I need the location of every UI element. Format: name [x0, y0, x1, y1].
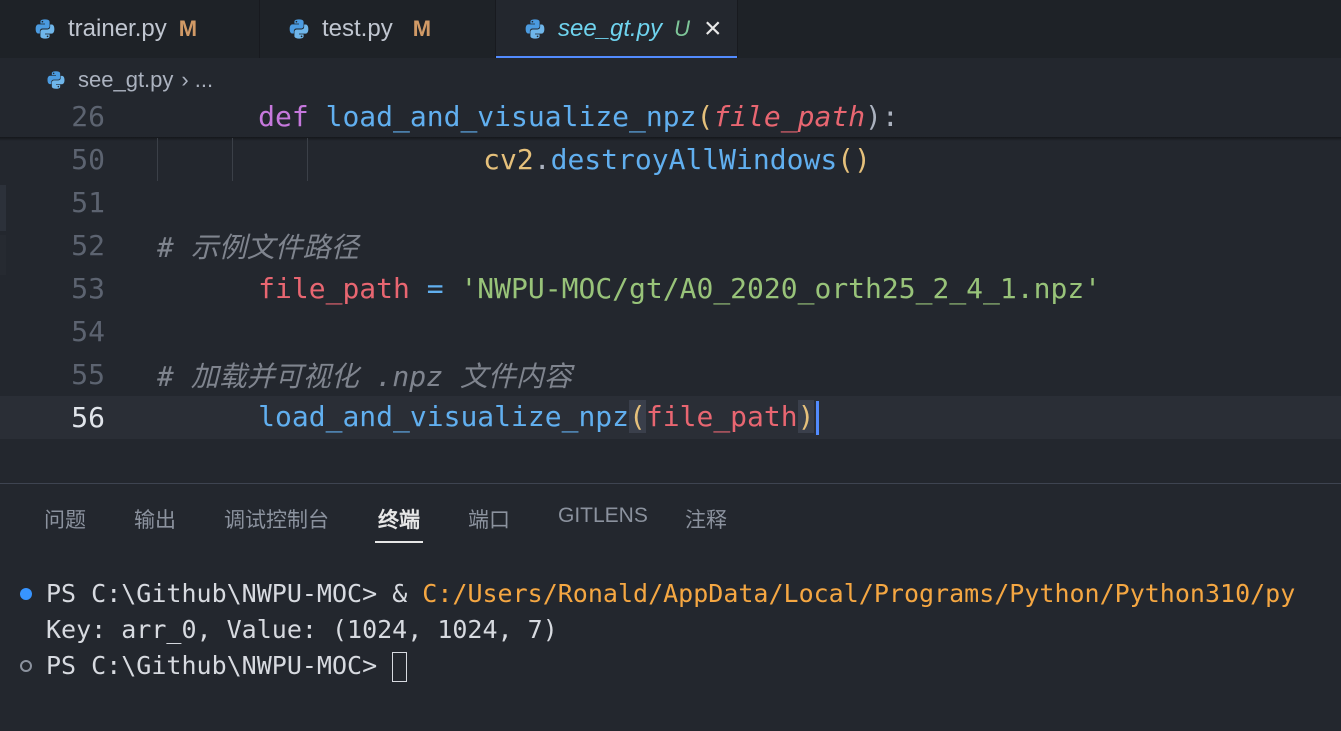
python-file-icon: [288, 18, 310, 40]
bottom-panel: 问题 输出 调试控制台 终端 端口 GITLENS 注释 PS C:\Githu…: [0, 483, 1341, 731]
python-file-icon: [46, 70, 66, 90]
call-operator: &: [392, 579, 423, 608]
panel-tab-bar: 问题 输出 调试控制台 终端 端口 GITLENS 注释: [0, 484, 1341, 546]
line-number: 55: [71, 358, 105, 391]
line-number: 52: [71, 229, 105, 262]
argument: file_path: [645, 400, 798, 433]
line-number: 54: [71, 315, 105, 348]
tab-terminal[interactable]: 终端: [375, 504, 423, 543]
tab-see-gt-py[interactable]: see_gt.py U ×: [496, 0, 738, 58]
terminal-prompt: PS C:\Github\NWPU-MOC>: [46, 651, 393, 680]
operator: =: [409, 272, 461, 305]
code-editor[interactable]: 26 def load_and_visualize_npz(file_path)…: [0, 95, 1341, 483]
python-file-icon: [524, 18, 546, 40]
tab-ports[interactable]: 端口: [468, 504, 510, 534]
tab-trainer-py[interactable]: trainer.py M: [0, 0, 260, 58]
terminal-output-line: Key: arr_0, Value: (1024, 1024, 7): [46, 615, 558, 644]
keyword: def: [258, 100, 309, 133]
close-paren: ): [797, 400, 815, 433]
code-line[interactable]: 53 file_path = 'NWPU-MOC/gt/A0_2020_orth…: [0, 267, 1341, 310]
tab-comments[interactable]: 注释: [685, 504, 727, 534]
code-line-current[interactable]: 56 load_and_visualize_npz(file_path): [0, 396, 1341, 439]
function-call: load_and_visualize_npz: [258, 400, 630, 433]
variable: file_path: [258, 272, 410, 305]
open-paren: (: [629, 400, 646, 433]
tab-label: test.py: [322, 15, 393, 42]
tab-output[interactable]: 输出: [134, 504, 176, 534]
string-literal: 'NWPU-MOC/gt/A0_2020_orth25_2_4_1.npz': [460, 272, 1102, 305]
line-number: 56: [71, 401, 105, 434]
modified-badge: M: [178, 16, 198, 41]
terminal-prompt: PS C:\Github\NWPU-MOC>: [46, 579, 393, 608]
tab-label: see_gt.py: [558, 15, 663, 42]
indent-guide: [157, 138, 158, 181]
tab-label: trainer.py: [68, 15, 167, 42]
module-name: cv2: [483, 143, 534, 176]
line-number: 53: [71, 272, 105, 305]
line-number: 50: [71, 143, 105, 176]
command-success-icon[interactable]: [20, 588, 32, 600]
editor-tab-bar: trainer.py M test.py M see_gt.py U ×: [0, 0, 1341, 58]
code-line[interactable]: 50 cv2.destroyAllWindows(): [0, 138, 1341, 181]
python-file-icon: [34, 18, 56, 40]
dot: .: [533, 143, 551, 176]
untracked-badge: U: [674, 16, 690, 41]
parens: (): [837, 143, 871, 176]
modified-badge: M: [412, 16, 432, 41]
command-pending-icon[interactable]: [20, 660, 32, 672]
tab-debug-console[interactable]: 调试控制台: [224, 504, 329, 534]
terminal-prompt-line: PS C:\Github\NWPU-MOC>: [46, 648, 408, 684]
code-line[interactable]: 54: [0, 310, 1341, 353]
text-cursor: [816, 401, 820, 435]
terminal-command: C:/Users/Ronald/AppData/Local/Programs/P…: [422, 579, 1296, 608]
method-call: destroyAllWindows: [550, 143, 838, 176]
tab-test-py[interactable]: test.py M: [260, 0, 496, 58]
terminal-command-line: PS C:\Github\NWPU-MOC> & C:/Users/Ronald…: [46, 576, 1295, 612]
tab-gitlens[interactable]: GITLENS: [558, 504, 648, 528]
indent-guide: [307, 138, 308, 181]
code-line[interactable]: 51: [0, 181, 1341, 224]
line-number: 26: [71, 100, 105, 133]
close-icon[interactable]: ×: [704, 14, 722, 44]
line-number: 51: [71, 186, 105, 219]
indent-guide: [232, 138, 233, 181]
tab-problems[interactable]: 问题: [44, 504, 86, 534]
terminal-cursor: [392, 652, 408, 682]
